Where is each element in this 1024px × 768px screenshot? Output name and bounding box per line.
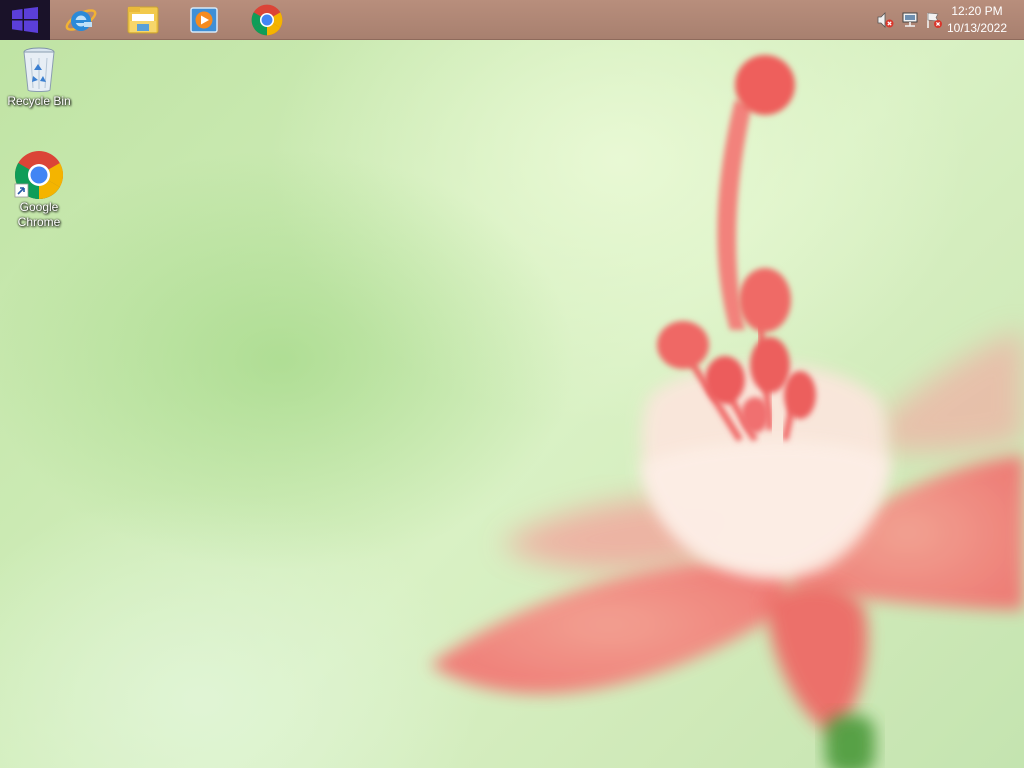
taskbar-internet-explorer[interactable] [52,0,110,40]
clock-date: 10/13/2022 [946,21,1008,35]
chrome-icon [14,151,64,200]
recycle-bin-icon [23,47,55,92]
desktop[interactable]: Recycle Bin Google Chrome 12:20 PM 10/13… [0,0,1024,768]
speaker-muted-icon[interactable] [876,11,894,29]
taskbar-google-chrome[interactable] [238,0,296,40]
clock[interactable]: 12:20 PM 10/13/2022 [942,3,1012,37]
internet-explorer-icon [65,9,97,31]
windows-logo-icon [12,7,38,33]
taskbar-file-explorer[interactable] [114,0,172,40]
desktop-icon-label: Google Chrome [17,200,61,229]
clock-time: 12:20 PM [951,4,1003,18]
network-icon[interactable] [901,11,919,29]
desktop-icon-label: Recycle Bin [7,94,71,108]
desktop-icon-recycle-bin[interactable]: Recycle Bin [2,46,76,109]
chrome-icon [251,4,283,36]
action-center-flag-icon[interactable] [925,11,943,29]
system-tray: 12:20 PM 10/13/2022 [864,0,1024,40]
folder-icon [127,6,159,34]
taskbar-windows-media-player[interactable] [175,0,233,40]
taskbar: 12:20 PM 10/13/2022 [0,0,1024,40]
desktop-icon-google-chrome[interactable]: Google Chrome [2,150,76,230]
start-button[interactable] [0,0,50,40]
media-player-icon [190,7,218,33]
wallpaper-flower [430,55,1024,768]
